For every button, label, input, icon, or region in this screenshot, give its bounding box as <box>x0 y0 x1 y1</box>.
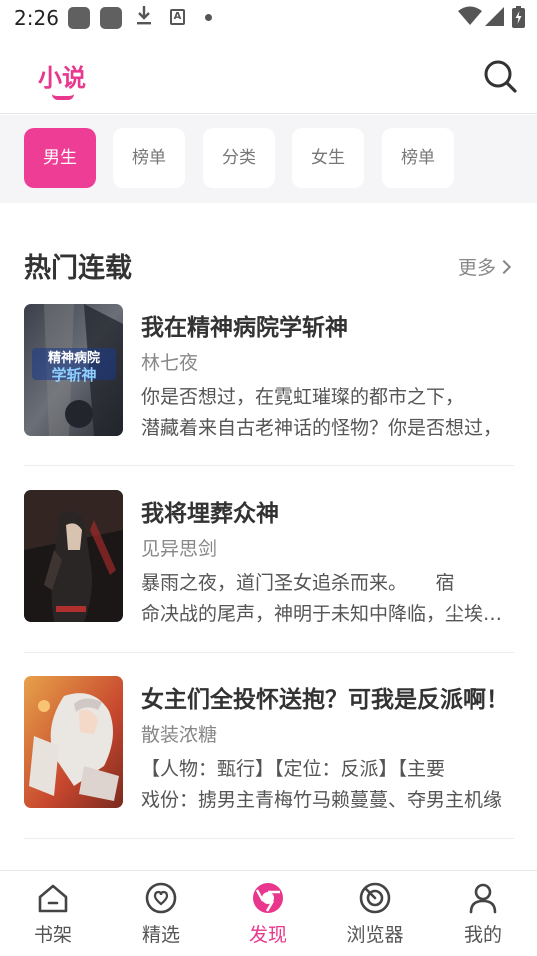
signal-icon <box>485 7 505 32</box>
divider <box>24 652 514 653</box>
download-icon <box>136 4 152 31</box>
browser-icon <box>359 882 391 914</box>
book-author: 散装浓糖 <box>141 724 218 746</box>
book-cover: 精神病院 学斩神 <box>24 304 123 436</box>
book-title: 女主们全投怀送抱？可我是反派啊！ <box>141 687 509 713</box>
bottom-nav: 书架 精选 发现 浏览器 我的 <box>0 870 537 956</box>
notification-icon <box>100 7 122 29</box>
book-description-line: 命决战的尾声，神明于未知中降临，尘埃落定。 <box>141 603 514 625</box>
nav-bookshelf[interactable]: 书架 <box>8 881 98 951</box>
svg-text:精神病院: 精神病院 <box>48 350 100 366</box>
search-button[interactable] <box>480 56 520 96</box>
more-notifications-dot <box>205 14 212 21</box>
nav-discover[interactable]: 发现 <box>223 881 313 951</box>
a-badge-icon: A <box>170 9 185 25</box>
divider <box>24 465 514 466</box>
page-title: 小说 <box>38 64 86 92</box>
svg-text:学斩神: 学斩神 <box>51 366 96 384</box>
search-icon <box>484 60 517 93</box>
person-icon <box>469 883 497 914</box>
nav-label: 精选 <box>141 924 180 946</box>
notification-icon <box>68 7 90 29</box>
nav-browser[interactable]: 浏览器 <box>330 881 420 951</box>
book-title: 我在精神病院学斩神 <box>141 315 348 341</box>
status-time: 2:26 <box>14 6 59 30</box>
book-description-line: 戏份：掳男主青梅竹马赖蔓蔓、夺男主机缘 <box>141 789 503 811</box>
nav-featured[interactable]: 精选 <box>116 881 206 951</box>
category-chip-category[interactable]: 分类 <box>203 128 275 188</box>
book-description-line: 暴雨之夜，道门圣女追杀而来。 宿 <box>141 572 455 594</box>
book-title: 我将埋葬众神 <box>141 501 279 527</box>
discover-icon <box>253 883 283 913</box>
battery-icon <box>512 6 525 33</box>
book-author: 林七夜 <box>141 352 199 374</box>
category-chip-ranking[interactable]: 榜单 <box>382 128 454 188</box>
book-cover <box>24 490 123 622</box>
book-description: 你是否想过，在霓虹璀璨的都市之下， 潜藏着来自古老神话的怪物？你是否想过， <box>141 382 514 444</box>
chevron-right-icon <box>496 259 512 275</box>
title-underline <box>52 94 74 100</box>
status-bar: 2:26 A <box>0 0 537 36</box>
book-description-line: 潜藏着来自古老神话的怪物？你是否想过， <box>141 417 503 439</box>
wifi-icon <box>458 6 482 31</box>
category-chip-female[interactable]: 女生 <box>292 128 364 188</box>
divider <box>24 838 514 839</box>
book-description: 暴雨之夜，道门圣女追杀而来。 宿 命决战的尾声，神明于未知中降临，尘埃落定。 <box>141 568 514 630</box>
section-title: 热门连载 <box>24 253 132 284</box>
category-bar: 男生 榜单 分类 女生 榜单 <box>0 115 537 203</box>
nav-label: 浏览器 <box>346 924 404 946</box>
nav-label: 我的 <box>463 924 502 946</box>
nav-profile[interactable]: 我的 <box>438 881 528 951</box>
book-description: 【人物：甄行】【定位：反派】【主要 戏份：掳男主青梅竹马赖蔓蔓、夺男主机缘 <box>141 754 514 816</box>
book-item[interactable]: 我将埋葬众神 见异思剑 暴雨之夜，道门圣女追杀而来。 宿 命决战的尾声，神明于未… <box>24 490 514 652</box>
app-header: 小说 <box>0 36 537 114</box>
book-item[interactable]: 女主们全投怀送抱？可我是反派啊！ 散装浓糖 【人物：甄行】【定位：反派】【主要 … <box>24 676 514 838</box>
more-label: 更多 <box>458 257 497 279</box>
nav-label: 发现 <box>248 924 287 946</box>
nav-label: 书架 <box>33 924 72 946</box>
more-link[interactable]: 更多 <box>458 253 512 280</box>
category-chip-male[interactable]: 男生 <box>24 128 96 188</box>
book-description-line: 【人物：甄行】【定位：反派】【主要 <box>141 758 446 780</box>
book-author: 见异思剑 <box>141 538 218 560</box>
book-cover <box>24 676 123 808</box>
book-description-line: 你是否想过，在霓虹璀璨的都市之下， <box>141 386 465 408</box>
home-icon <box>38 884 68 913</box>
book-item[interactable]: 精神病院 学斩神 我在精神病院学斩神 林七夜 你是否想过，在霓虹璀璨的都市之下，… <box>24 304 514 466</box>
category-chip-ranking[interactable]: 榜单 <box>113 128 185 188</box>
heart-circle-icon <box>145 882 177 914</box>
